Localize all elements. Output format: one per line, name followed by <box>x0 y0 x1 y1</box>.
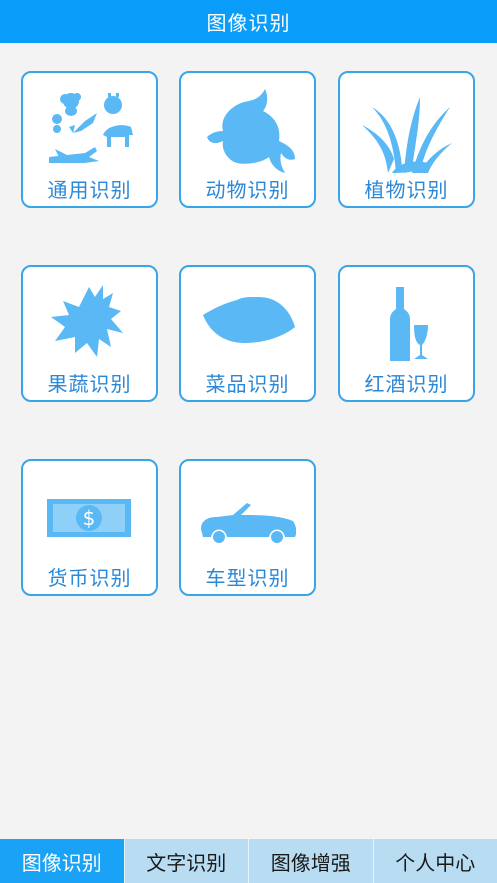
card-label: 植物识别 <box>364 178 449 202</box>
card-fruit-vegetable-recognition[interactable]: 果蔬识别 <box>21 265 158 402</box>
svg-text:$: $ <box>83 506 96 530</box>
fruit-vegetable-icon <box>41 281 138 367</box>
app-header: 图像识别 <box>0 0 497 43</box>
card-label: 菜品识别 <box>205 372 290 396</box>
card-plant-recognition[interactable]: 植物识别 <box>338 71 475 208</box>
page-title: 图像识别 <box>206 11 291 35</box>
card-label: 车型识别 <box>205 566 290 590</box>
bottom-tab-bar: 图像识别 文字识别 图像增强 个人中心 <box>0 839 497 883</box>
convertible-car-icon <box>199 475 296 561</box>
tab-image-enhancement[interactable]: 图像增强 <box>249 839 374 883</box>
card-animal-recognition[interactable]: 动物识别 <box>179 71 316 208</box>
card-wine-recognition[interactable]: 红酒识别 <box>338 265 475 402</box>
grass-plant-icon <box>358 87 455 173</box>
card-car-model-recognition[interactable]: 车型识别 <box>179 459 316 596</box>
wine-bottle-glass-icon <box>358 281 455 367</box>
card-label: 动物识别 <box>205 178 290 202</box>
goldfish-icon <box>199 87 296 173</box>
tab-image-recognition[interactable]: 图像识别 <box>0 839 125 883</box>
general-objects-icon <box>41 87 138 173</box>
card-label: 通用识别 <box>47 178 132 202</box>
card-dish-recognition[interactable]: 菜品识别 <box>179 265 316 402</box>
card-label: 红酒识别 <box>364 372 449 396</box>
tab-text-recognition[interactable]: 文字识别 <box>125 839 249 883</box>
card-general-recognition[interactable]: 通用识别 <box>21 71 158 208</box>
dollar-bill-icon: $ <box>41 475 138 561</box>
dish-icon <box>199 281 296 367</box>
card-currency-recognition[interactable]: $ 货币识别 <box>21 459 158 596</box>
tab-personal-center[interactable]: 个人中心 <box>374 839 497 883</box>
card-label: 果蔬识别 <box>47 372 132 396</box>
card-label: 货币识别 <box>47 566 132 590</box>
